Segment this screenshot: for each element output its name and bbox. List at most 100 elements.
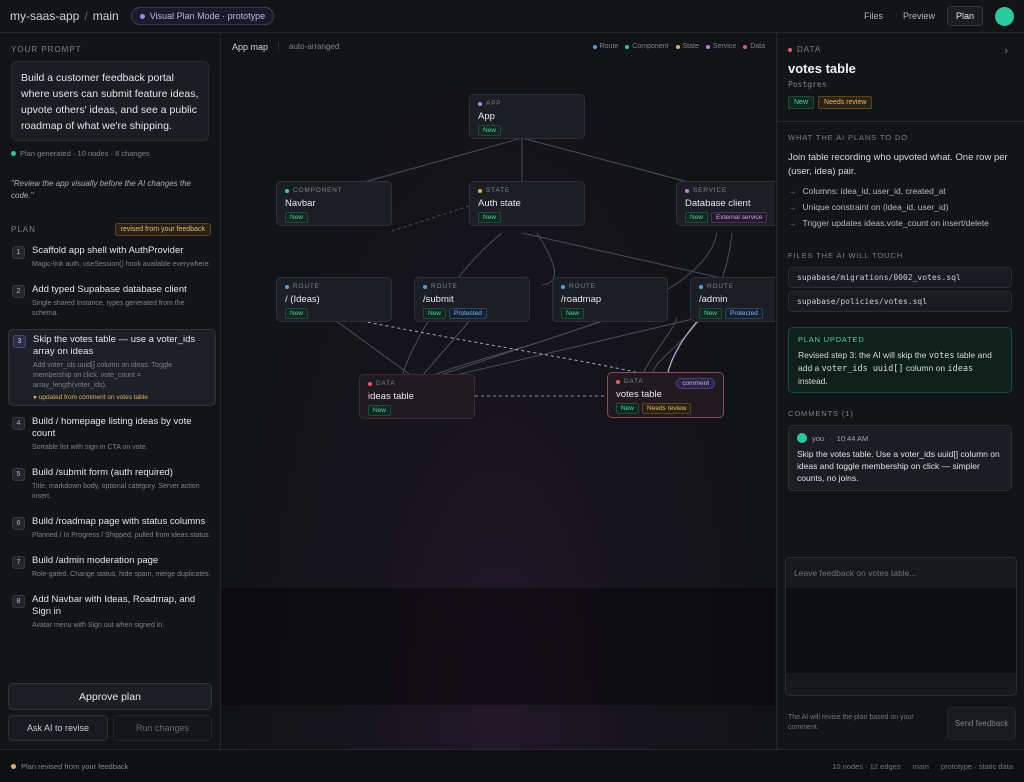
comment-avatar	[797, 433, 807, 443]
node-votes-table[interactable]: DATA comment votes table New Needs review	[607, 372, 724, 418]
step-subtitle: Sortable list with sign-in CTA on vote.	[32, 444, 148, 451]
comment-time: 10:44 AM	[836, 433, 869, 443]
step-title: Scaffold app shell with AuthProvider	[32, 245, 184, 256]
new-tag: New	[423, 308, 447, 319]
node-route-roadmap[interactable]: ROUTE /roadmap New	[552, 277, 668, 322]
node-kind-label: STATE	[486, 187, 510, 194]
divider	[777, 121, 1024, 122]
approve-plan-button[interactable]: Approve plan	[8, 683, 212, 710]
plan-description: Join table recording who upvoted what. O…	[788, 152, 1008, 177]
node-name: /admin	[699, 294, 728, 305]
step-subtitle: Title, markdown body, optional category.…	[32, 483, 200, 500]
feedback-input[interactable]: Leave feedback on votes table...	[785, 557, 1017, 696]
ask-ai-revise-button[interactable]: Ask AI to revise	[8, 715, 108, 741]
graph-stats: 10 nodes · 12 edges	[832, 761, 901, 771]
app-map-canvas[interactable]: App map auto-arranged Route Component St…	[222, 33, 775, 749]
preview-button[interactable]: Preview	[895, 7, 943, 25]
node-dot-icon	[423, 284, 427, 289]
plan-updated-title: PLAN UPDATED	[798, 335, 865, 344]
file-item[interactable]: supabase/policies/votes.sql	[788, 291, 1012, 312]
node-name: /roadmap	[561, 294, 602, 305]
step-number: 6	[12, 517, 25, 530]
node-name: Auth state	[478, 198, 521, 209]
plan-step-6[interactable]: 6 Build /roadmap page with status column…	[8, 512, 216, 545]
plan-step-5[interactable]: 5 Build /submit form (auth required) Titl…	[8, 463, 216, 506]
node-dot-icon	[699, 284, 703, 289]
status-left: Plan revised from your feedback	[11, 762, 129, 771]
inspector-kind: DATA	[788, 45, 821, 54]
bullet-item: → Unique constraint on (idea_id, user_id)	[788, 202, 1016, 212]
node-name: / (Ideas)	[285, 294, 320, 305]
plan-generated-text: Plan generated · 10 nodes · 6 changes	[20, 149, 150, 158]
plan-step-3[interactable]: 3 Skip the votes table — use a voter_ids…	[8, 329, 216, 406]
step-title: Add typed Supabase database client	[32, 284, 187, 295]
plan-steps: 1 Scaffold app shell with AuthProvider Ma…	[8, 241, 216, 641]
node-kind-label: SERVICE	[693, 187, 728, 194]
files-label: FILES THE AI WILL TOUCH	[788, 251, 904, 260]
plan-updated-code: ideas	[947, 364, 974, 374]
node-name: ideas table	[368, 391, 414, 402]
plan-updated-callout: PLAN UPDATED Revised step 3: the AI will…	[788, 327, 1012, 393]
plan-step-7[interactable]: 7 Build /admin moderation page Role-gated…	[8, 551, 216, 584]
chevron-right-icon[interactable]: ›	[1004, 45, 1008, 57]
comment-header: you · 10:44 AM	[797, 433, 1003, 443]
files-button[interactable]: Files	[856, 7, 891, 25]
plan-step-1[interactable]: 1 Scaffold app shell with AuthProvider Ma…	[8, 241, 216, 274]
node-kind: STATE	[478, 187, 576, 194]
new-tag: New	[788, 96, 815, 109]
arrow-icon: →	[788, 186, 797, 196]
edge-admin-ideas	[451, 317, 698, 377]
plan-step-8[interactable]: 8 Add Navbar with Ideas, Roadmap, and Si…	[8, 590, 216, 635]
edge-auth-submit	[536, 232, 555, 286]
comment-badge[interactable]: comment	[676, 378, 715, 389]
node-kind-label: ROUTE	[293, 283, 320, 290]
node-auth-state[interactable]: STATE Auth state New	[469, 181, 585, 226]
node-app[interactable]: APP App New	[469, 94, 585, 139]
separator-dot: ·	[829, 433, 832, 443]
feedback-footer: The AI will revise the plan based on you…	[788, 714, 914, 731]
quote-text: "Review the app visually before the AI c…	[11, 179, 191, 200]
node-name: votes table	[616, 389, 662, 400]
bullet-text: Trigger updates ideas.vote_count on inse…	[802, 218, 989, 228]
branch-name[interactable]: main	[93, 9, 119, 23]
comment-body: Skip the votes table. Use a voter_ids uu…	[797, 449, 1000, 483]
node-kind: ROUTE	[699, 283, 769, 290]
feedback-placeholder: Leave feedback on votes table...	[794, 568, 917, 578]
step-title: Build /submit form (auth required)	[32, 467, 173, 478]
plan-updated-text: Revised step 3: the AI will skip the	[798, 350, 929, 360]
edge-roadmap-ideas	[436, 317, 613, 377]
arrow-icon: →	[788, 218, 797, 228]
plan-updated-code: voter_ids uuid[]	[821, 364, 904, 374]
run-changes-button[interactable]: Run changes	[113, 715, 212, 741]
breadcrumb: my-saas-app / main	[10, 9, 119, 23]
node-database-client[interactable]: SERVICE Database client New External serv…	[676, 181, 775, 226]
node-route-ideas[interactable]: ROUTE / (Ideas) New	[276, 277, 392, 322]
project-name[interactable]: my-saas-app	[10, 9, 79, 23]
node-route-admin[interactable]: ROUTE /admin New Protected	[690, 277, 775, 322]
status-bar: Plan revised from your feedback 10 nodes…	[0, 749, 1024, 782]
step-number: 4	[12, 417, 25, 430]
edge-admin-votes	[666, 317, 701, 377]
new-tag: New	[685, 212, 709, 223]
plan-step-2[interactable]: 2 Add typed Supabase database client Sing…	[8, 280, 216, 323]
status-text: Plan revised from your feedback	[21, 761, 129, 771]
bullet-text: Unique constraint on (idea_id, user_id)	[802, 202, 949, 212]
node-kind-label: ROUTE	[569, 283, 596, 290]
canvas-dim-overlay	[222, 588, 775, 705]
comment-card: you · 10:44 AM Skip the votes table. Use…	[788, 425, 1012, 491]
inspector-tags: New Needs review	[788, 96, 873, 109]
top-bar: my-saas-app / main Visual Plan Mode · prot…	[0, 0, 1024, 33]
file-item[interactable]: supabase/migrations/0002_votes.sql	[788, 267, 1012, 288]
plan-button[interactable]: Plan	[946, 6, 983, 26]
node-kind-label: ROUTE	[431, 283, 458, 290]
send-feedback-button[interactable]: Send feedback	[947, 707, 1016, 740]
step-title: Build /roadmap page with status columns	[32, 516, 206, 527]
plan-step-4[interactable]: 4 Build / homepage listing ideas by vote…	[8, 412, 216, 457]
plan-updated-body: Revised step 3: the AI will skip the vot…	[798, 349, 1002, 387]
node-ideas-table[interactable]: DATA ideas table New	[359, 374, 475, 419]
node-kind: SERVICE	[685, 187, 771, 194]
left-panel: YOUR PROMPT Build a customer feedback po…	[0, 33, 221, 749]
node-route-submit[interactable]: ROUTE /submit New Protected	[414, 277, 530, 322]
user-avatar[interactable]	[995, 6, 1014, 26]
node-navbar[interactable]: COMPONENT Navbar New	[276, 181, 392, 226]
